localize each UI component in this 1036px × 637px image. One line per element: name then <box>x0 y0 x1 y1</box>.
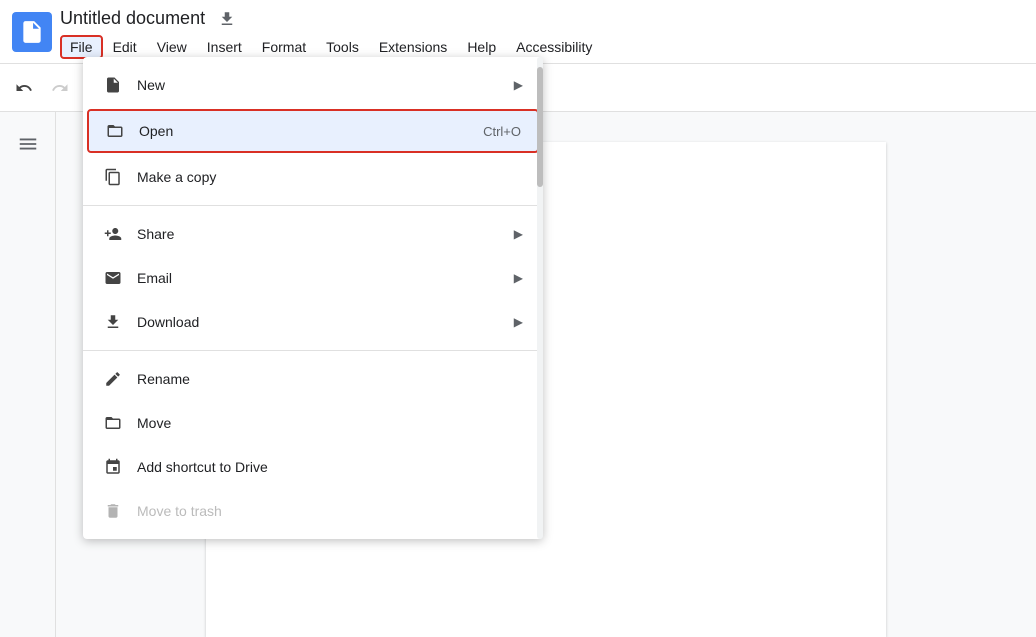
doc-title[interactable]: Untitled document <box>60 8 205 29</box>
menu-item-open-shortcut: Ctrl+O <box>483 124 521 139</box>
menu-item-open[interactable]: Open Ctrl+O <box>87 109 539 153</box>
menu-item-move-label: Move <box>137 415 523 431</box>
file-copy-icon <box>103 167 123 187</box>
dropdown-scrollbar[interactable] <box>537 57 543 539</box>
menu-item-add-shortcut[interactable]: Add shortcut to Drive <box>83 445 543 489</box>
menu-item-new[interactable]: New ▶ <box>83 63 543 107</box>
menu-item-move[interactable]: Move <box>83 401 543 445</box>
menu-item-new-arrow: ▶ <box>514 78 523 92</box>
menu-bar: File Edit View Insert Format Tools Exten… <box>60 35 1024 59</box>
menu-item-open-label: Open <box>139 123 469 139</box>
doc-title-area: Untitled document File Edit View Insert … <box>60 5 1024 59</box>
menu-item-make-copy-label: Make a copy <box>137 169 523 185</box>
top-bar: Untitled document File Edit View Insert … <box>0 0 1036 64</box>
menu-view[interactable]: View <box>147 35 197 59</box>
menu-edit[interactable]: Edit <box>103 35 147 59</box>
menu-item-add-shortcut-label: Add shortcut to Drive <box>137 459 523 475</box>
menu-item-email-arrow: ▶ <box>514 271 523 285</box>
menu-accessibility[interactable]: Accessibility <box>506 35 602 59</box>
menu-item-share-arrow: ▶ <box>514 227 523 241</box>
dropdown-scrollbar-thumb[interactable] <box>537 67 543 187</box>
pencil-icon <box>103 369 123 389</box>
menu-item-share[interactable]: Share ▶ <box>83 212 543 256</box>
divider-1 <box>83 205 543 206</box>
folder-open-icon <box>105 121 125 141</box>
divider-2 <box>83 350 543 351</box>
email-icon <box>103 268 123 288</box>
folder-move-icon <box>103 413 123 433</box>
menu-item-download-arrow: ▶ <box>514 315 523 329</box>
menu-item-move-to-trash[interactable]: Move to trash <box>83 489 543 533</box>
app-icon <box>12 12 52 52</box>
download-icon <box>103 312 123 332</box>
menu-file[interactable]: File <box>60 35 103 59</box>
menu-item-email[interactable]: Email ▶ <box>83 256 543 300</box>
sidebar-navigation-icon[interactable] <box>8 124 48 164</box>
menu-format[interactable]: Format <box>252 35 316 59</box>
menu-item-make-copy[interactable]: Make a copy <box>83 155 543 199</box>
drive-save-button[interactable] <box>213 5 241 33</box>
sidebar <box>0 112 56 637</box>
file-new-icon <box>103 75 123 95</box>
menu-item-rename-label: Rename <box>137 371 523 387</box>
menu-item-share-label: Share <box>137 226 500 242</box>
trash-icon <box>103 501 123 521</box>
menu-item-rename[interactable]: Rename <box>83 357 543 401</box>
shortcut-icon <box>103 457 123 477</box>
menu-item-new-label: New <box>137 77 500 93</box>
menu-item-email-label: Email <box>137 270 500 286</box>
menu-extensions[interactable]: Extensions <box>369 35 457 59</box>
menu-tools[interactable]: Tools <box>316 35 369 59</box>
menu-item-download[interactable]: Download ▶ <box>83 300 543 344</box>
menu-item-move-to-trash-label: Move to trash <box>137 503 523 519</box>
menu-help[interactable]: Help <box>457 35 506 59</box>
menu-item-download-label: Download <box>137 314 500 330</box>
menu-insert[interactable]: Insert <box>197 35 252 59</box>
person-add-icon <box>103 224 123 244</box>
redo-button[interactable] <box>44 72 76 104</box>
file-dropdown-menu: New ▶ Open Ctrl+O Make a copy Share ▶ Em… <box>83 57 543 539</box>
undo-button[interactable] <box>8 72 40 104</box>
